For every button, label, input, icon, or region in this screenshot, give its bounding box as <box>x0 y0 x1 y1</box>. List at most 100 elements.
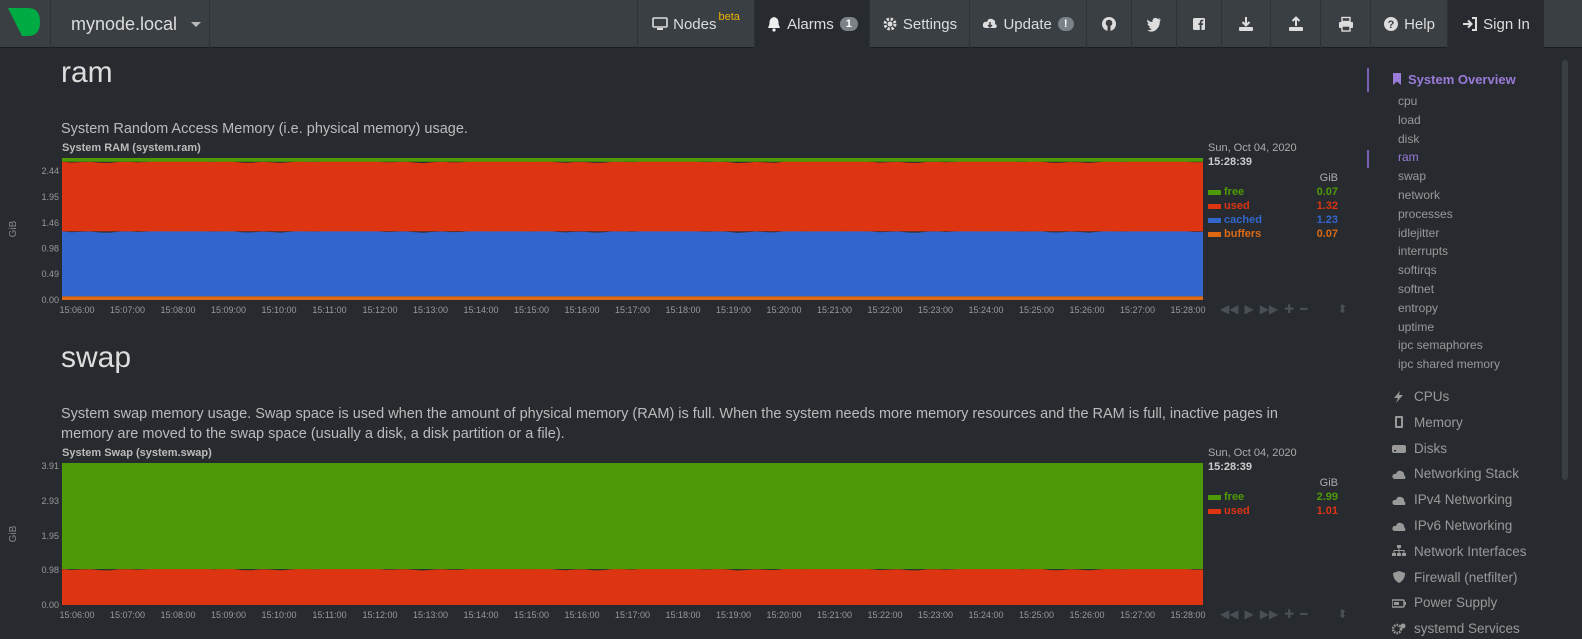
sidebar-section-network-interfaces[interactable]: Network Interfaces <box>1392 544 1527 559</box>
x-tick-label: 15:16:00 <box>564 610 599 620</box>
upload-button[interactable] <box>1270 0 1320 48</box>
x-tick-label: 15:23:00 <box>918 305 953 315</box>
play-icon[interactable]: ▶ <box>1244 302 1253 316</box>
legend-item-free[interactable]: free 0.07 <box>1208 186 1338 200</box>
twitter-button[interactable] <box>1131 0 1176 48</box>
legend-series-name: free <box>1224 186 1245 198</box>
sidebar-section-disks[interactable]: Disks <box>1392 441 1447 456</box>
x-tick-label: 15:26:00 <box>1069 610 1104 620</box>
github-button[interactable] <box>1086 0 1131 48</box>
sidebar-item-ipc-shared-memory[interactable]: ipc shared memory <box>1398 357 1500 371</box>
x-tick-label: 15:21:00 <box>817 610 852 620</box>
x-tick-label: 15:24:00 <box>968 305 1003 315</box>
sidebar-section-ipv4-networking[interactable]: IPv4 Networking <box>1392 492 1512 507</box>
sidebar-item-softnet[interactable]: softnet <box>1398 282 1434 296</box>
x-tick-label: 15:17:00 <box>615 305 650 315</box>
hostname-dropdown[interactable]: mynode.local <box>50 0 210 48</box>
sign-in-icon <box>1463 17 1478 31</box>
x-tick-label: 15:23:00 <box>918 610 953 620</box>
nodes-button[interactable]: Nodes beta <box>637 0 754 48</box>
sidebar-item-idlejitter[interactable]: idlejitter <box>1398 226 1439 240</box>
x-tick-label: 15:21:00 <box>817 305 852 315</box>
update-button[interactable]: Update ! <box>969 0 1086 48</box>
sidebar-section-power-supply[interactable]: Power Supply <box>1392 595 1497 610</box>
sidebar-item-ipc-semaphores[interactable]: ipc semaphores <box>1398 338 1483 352</box>
sidebar-section-firewall-netfilter[interactable]: Firewall (netfilter) <box>1392 570 1518 585</box>
sign-in-button[interactable]: Sign In <box>1447 0 1544 48</box>
alarms-label: Alarms <box>787 15 834 33</box>
download-button[interactable] <box>1221 0 1270 48</box>
sidebar-item-swap[interactable]: swap <box>1398 169 1426 183</box>
sidebar-item-softirqs[interactable]: softirqs <box>1398 263 1437 277</box>
bolt-icon <box>1394 390 1403 403</box>
x-tick-label: 15:16:00 <box>564 305 599 315</box>
sidebar-section-ipv6-networking[interactable]: IPv6 Networking <box>1392 518 1512 533</box>
netdata-logo[interactable] <box>4 6 42 38</box>
zoom-in-icon[interactable]: ✚ <box>1284 607 1294 621</box>
series-used-area <box>62 567 1203 605</box>
swap-chart-controls: ◀◀ ▶ ▶▶ ✚ ━ ⬍ <box>1220 607 1348 621</box>
sidebar-item-cpu[interactable]: cpu <box>1398 94 1417 108</box>
facebook-button[interactable] <box>1176 0 1221 48</box>
sidebar-section-networking-stack[interactable]: Networking Stack <box>1392 466 1519 481</box>
sidebar-scrollbar[interactable] <box>1562 60 1568 480</box>
zoom-in-icon[interactable]: ✚ <box>1284 302 1294 316</box>
sidebar-item-ram[interactable]: ram <box>1398 150 1419 164</box>
sidebar-item-disk[interactable]: disk <box>1398 132 1419 146</box>
legend-series-value: 1.01 <box>1316 505 1338 517</box>
legend-item-used[interactable]: used 1.01 <box>1208 505 1338 519</box>
sidebar-item-uptime[interactable]: uptime <box>1398 320 1434 334</box>
settings-button[interactable]: Settings <box>869 0 969 48</box>
x-tick-label: 15:28:00 <box>1170 610 1205 620</box>
fast-forward-icon[interactable]: ▶▶ <box>1260 302 1278 316</box>
legend-item-free[interactable]: free 2.99 <box>1208 491 1338 505</box>
x-tick-label: 15:27:00 <box>1120 610 1155 620</box>
ram-chart[interactable]: GiB 0.00 0.49 0.98 1.46 1.95 2.44 15:06:00 15:07… <box>0 150 1215 320</box>
legend-swatch <box>1208 189 1221 195</box>
x-tick-label: 15:09:00 <box>211 610 246 620</box>
play-icon[interactable]: ▶ <box>1244 607 1253 621</box>
zoom-out-icon[interactable]: ━ <box>1300 607 1307 621</box>
legend-item-used[interactable]: used 1.32 <box>1208 200 1338 214</box>
legend-time: 15:28:39 <box>1208 461 1253 473</box>
rewind-icon[interactable]: ◀◀ <box>1220 302 1238 316</box>
help-button[interactable]: ? Help <box>1370 0 1447 48</box>
y-axis-label: GiB <box>8 525 19 542</box>
sidebar-heading-system-overview[interactable]: System Overview <box>1392 72 1516 87</box>
legend-series-value: 2.99 <box>1316 491 1338 503</box>
sidebar-item-network[interactable]: network <box>1398 188 1440 202</box>
gears-icon <box>1392 623 1406 634</box>
legend-item-buffers[interactable]: buffers 0.07 <box>1208 228 1338 242</box>
sidebar-item-entropy[interactable]: entropy <box>1398 301 1438 315</box>
legend-series-name: used <box>1224 505 1250 517</box>
cloud-icon <box>1392 496 1406 505</box>
help-label: Help <box>1404 15 1435 33</box>
resize-handle-icon[interactable]: ⬍ <box>1337 302 1347 316</box>
ram-section-title: ram <box>61 56 113 89</box>
swap-section-title: swap <box>61 341 132 374</box>
zoom-out-icon[interactable]: ━ <box>1300 302 1307 316</box>
sidebar-section-marker <box>1367 68 1369 92</box>
cloud-icon <box>1392 522 1406 531</box>
sidebar-section-cpus[interactable]: CPUs <box>1392 389 1449 404</box>
rewind-icon[interactable]: ◀◀ <box>1220 607 1238 621</box>
sidebar-section-label: Firewall (netfilter) <box>1414 569 1518 585</box>
sidebar-section-label: systemd Services <box>1414 621 1520 637</box>
x-tick-label: 15:28:00 <box>1170 305 1205 315</box>
series-free-area <box>62 158 1203 162</box>
alarms-button[interactable]: Alarms 1 <box>754 0 869 48</box>
print-button[interactable] <box>1320 0 1370 48</box>
sidebar-item-interrupts[interactable]: interrupts <box>1398 244 1448 258</box>
sidebar-section-systemd-services[interactable]: systemd Services <box>1392 621 1520 636</box>
swap-chart[interactable]: GiB 0.00 0.98 1.95 2.93 3.91 15:06:00 15:07:00 1… <box>0 455 1215 625</box>
y-tick-label: 1.95 <box>41 192 59 202</box>
x-tick-label: 15:12:00 <box>362 610 397 620</box>
sidebar-section-memory[interactable]: Memory <box>1392 415 1463 430</box>
sidebar-item-load[interactable]: load <box>1398 113 1421 127</box>
sidebar-item-processes[interactable]: processes <box>1398 207 1453 221</box>
resize-handle-icon[interactable]: ⬍ <box>1337 607 1347 621</box>
legend-time: 15:28:39 <box>1208 156 1253 168</box>
legend-item-cached[interactable]: cached 1.23 <box>1208 214 1338 228</box>
fast-forward-icon[interactable]: ▶▶ <box>1260 607 1278 621</box>
x-tick-label: 15:06:00 <box>59 610 94 620</box>
